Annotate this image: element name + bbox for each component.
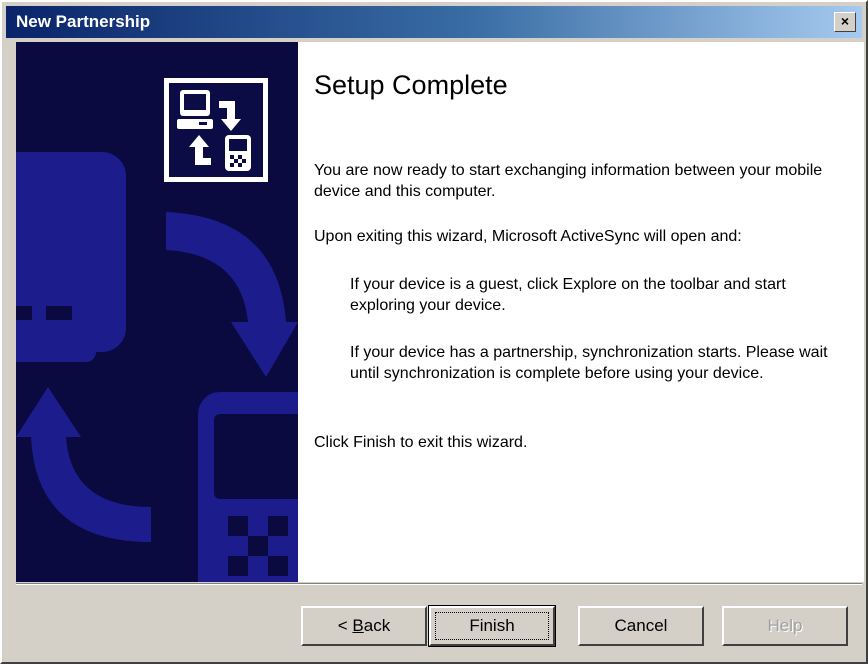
close-button[interactable]: × <box>834 12 856 32</box>
close-icon: × <box>840 13 850 29</box>
title-bar[interactable]: New Partnership × <box>6 6 862 38</box>
help-button-label: Help <box>767 616 803 635</box>
guest-info-text: If your device is a guest, click Explore… <box>350 276 786 314</box>
finish-info-text: Click Finish to exit this wizard. <box>314 434 528 451</box>
exit-info-text: Upon exiting this wizard, Microsoft Acti… <box>314 228 742 245</box>
wizard-window: New Partnership × Setup Complete You are… <box>0 0 868 664</box>
wizard-content: Setup Complete You are now ready to star… <box>298 42 864 582</box>
page-title: Setup Complete <box>314 70 508 100</box>
finish-button[interactable]: Finish <box>428 605 556 647</box>
button-divider <box>16 583 862 585</box>
back-button-hotkey: B <box>352 616 364 635</box>
sync-devices-icon <box>164 78 268 182</box>
wizard-banner <box>16 42 298 582</box>
focus-rectangle <box>435 612 549 640</box>
window-title: New Partnership <box>16 12 151 31</box>
intro-text: You are now ready to start exchanging in… <box>314 162 823 200</box>
cancel-button[interactable]: Cancel <box>578 606 704 646</box>
help-button: Help <box>722 606 848 646</box>
partnership-info-text: If your device has a partnership, synchr… <box>350 344 828 382</box>
back-button-label: ack <box>363 616 391 635</box>
cancel-button-label: Cancel <box>614 616 668 635</box>
back-button-prefix: < <box>337 616 353 635</box>
back-button[interactable]: < Back <box>301 606 427 646</box>
